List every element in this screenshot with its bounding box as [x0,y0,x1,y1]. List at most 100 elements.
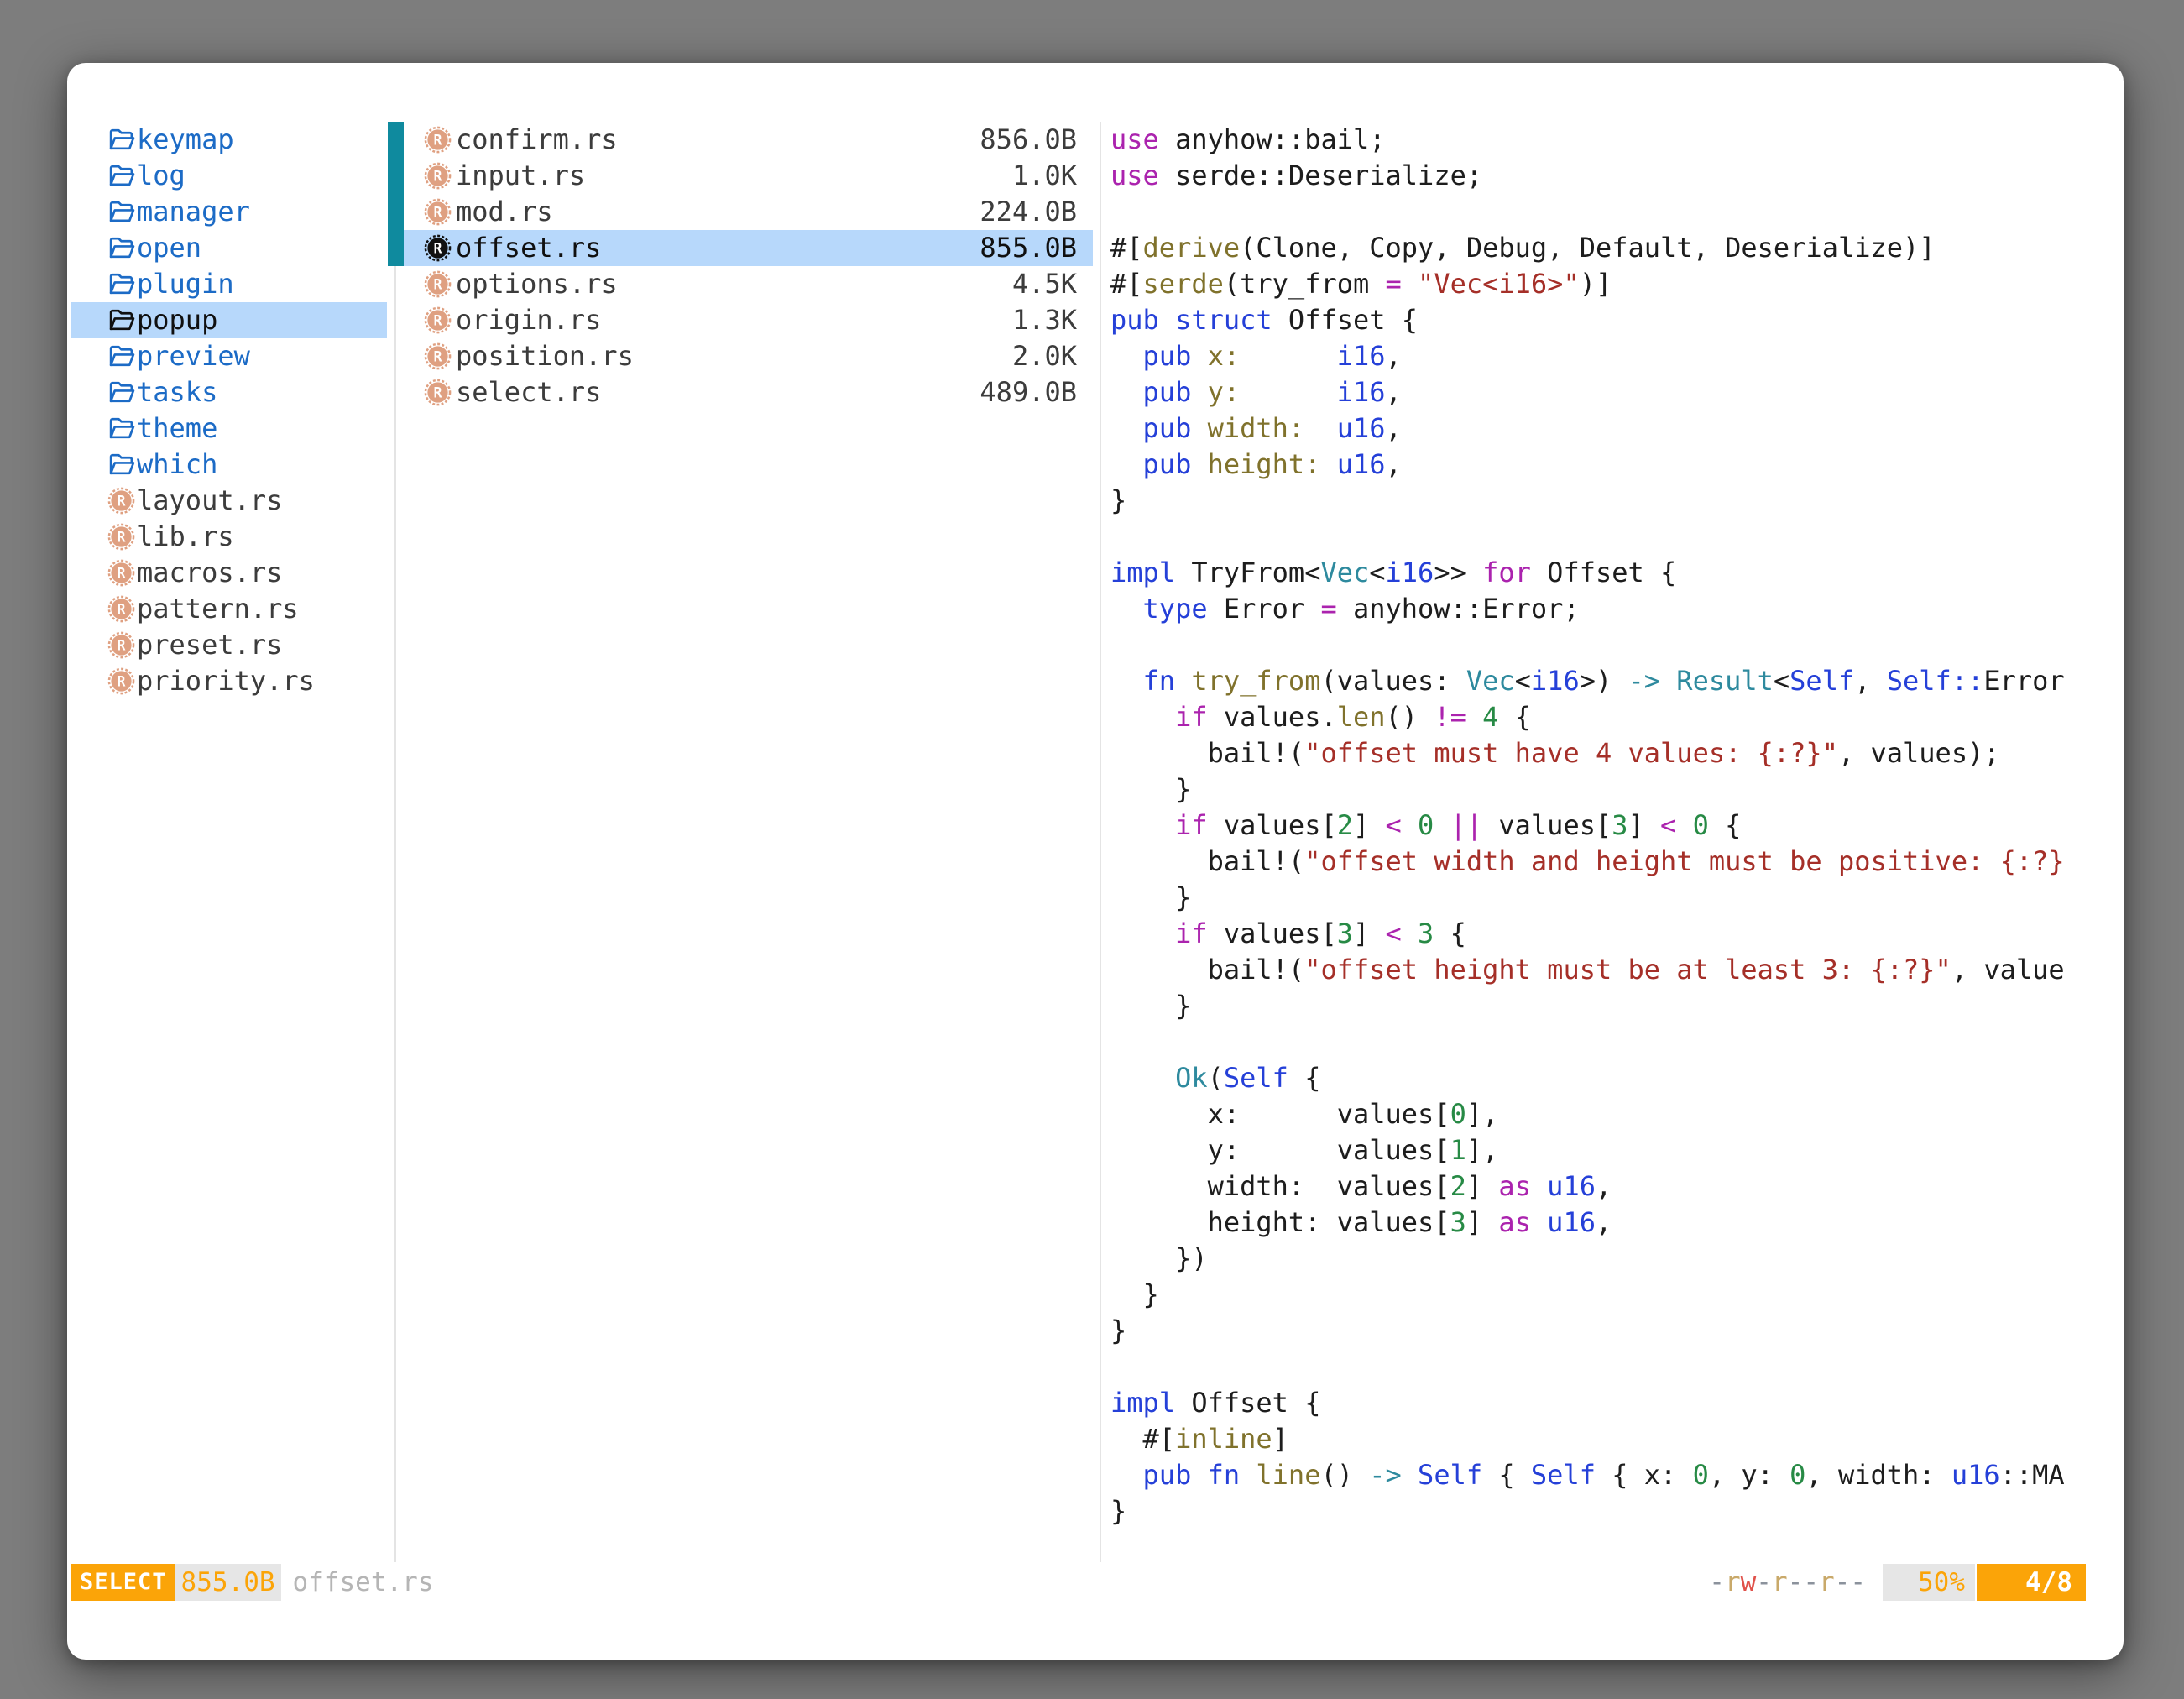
file-size: 1.3K [1012,302,1077,338]
file-size: 4.5K [1012,266,1077,302]
folder-open-icon [107,415,135,442]
file-name: select.rs [456,374,601,410]
code-line: fn try_from(values: Vec<i16>) -> Result<… [1110,663,2065,699]
code-line: bail!("offset height must be at least 3:… [1110,952,2065,988]
code-line: width: values[2] as u16, [1110,1168,1612,1205]
item-label: preset.rs [137,627,282,663]
item-label: priority.rs [137,663,315,699]
item-label: theme [137,410,217,447]
file-name: position.rs [456,338,634,374]
item-label: lib.rs [137,519,234,555]
item-label: plugin [137,266,234,302]
file-size: 856.0B [980,122,1077,158]
code-line: } [1110,771,1191,808]
svg-text:R: R [434,168,442,184]
rust-file-icon: R [424,198,452,226]
code-line: } [1110,1277,1159,1313]
file-row-input.rs[interactable]: Rinput.rs 1.0K [388,158,1093,194]
parent-pane-dir-preview[interactable]: preview [71,338,387,374]
code-line: pub fn line() -> Self { Self { x: 0, y: … [1110,1457,2065,1493]
file-name: mod.rs [456,194,553,230]
parent-pane-file-preset.rs[interactable]: Rpreset.rs [71,627,387,663]
code-line: x: values[0], [1110,1096,1498,1132]
code-line: }) [1110,1241,1208,1277]
svg-text:R: R [434,276,442,292]
item-label: log [137,158,185,194]
rust-file-icon: R [424,234,452,262]
parent-pane-dir-plugin[interactable]: plugin [71,266,387,302]
folder-open-icon [107,162,135,190]
code-line: height: values[3] as u16, [1110,1205,1612,1241]
file-row-confirm.rs[interactable]: Rconfirm.rs856.0B [388,122,1093,158]
parent-pane-dir-which[interactable]: which [71,447,387,483]
parent-pane-file-macros.rs[interactable]: Rmacros.rs [71,555,387,591]
rust-file-icon: R [107,487,135,515]
code-line: } [1110,483,1126,519]
hovered-file-name: offset.rs [293,1564,434,1601]
folder-open-icon [107,342,135,370]
code-line: #[inline] [1110,1421,1288,1457]
file-name: input.rs [456,158,585,194]
svg-text:R: R [434,204,442,220]
rust-file-icon: R [424,342,452,370]
item-label: popup [137,302,217,338]
file-row-options.rs[interactable]: Roptions.rs4.5K [388,266,1093,302]
code-line: bail!("offset width and height must be p… [1110,844,2065,880]
code-line: } [1110,880,1191,916]
visual-select-marker [388,230,404,266]
file-name: offset.rs [456,230,601,266]
item-label: tasks [137,374,217,410]
code-line: #[serde(try_from = "Vec<i16>")] [1110,266,1612,302]
parent-pane-dir-tasks[interactable]: tasks [71,374,387,410]
svg-text:R: R [434,132,442,148]
file-preview-pane[interactable]: use anyhow::bail;use serde::Deserialize;… [1110,122,2108,1562]
svg-text:R: R [434,384,442,400]
parent-pane-dir-keymap[interactable]: keymap [71,122,387,158]
item-label: manager [137,194,250,230]
code-line: impl TryFrom<Vec<i16>> for Offset { [1110,555,1676,591]
file-row-origin.rs[interactable]: Rorigin.rs 1.3K [388,302,1093,338]
rust-file-icon: R [424,306,452,334]
code-line: type Error = anyhow::Error; [1110,591,1580,627]
scroll-percent-chip: 50% [1883,1564,1975,1601]
item-label: which [137,447,217,483]
parent-pane-file-priority.rs[interactable]: Rpriority.rs [71,663,387,699]
rust-file-icon: R [424,162,452,190]
rust-file-icon: R [424,126,452,154]
file-row-offset.rs[interactable]: Roffset.rs855.0B [388,230,1093,266]
parent-pane-file-pattern.rs[interactable]: Rpattern.rs [71,591,387,627]
file-size: 1.0K [1012,158,1077,194]
file-size: 489.0B [980,374,1077,410]
item-label: pattern.rs [137,591,299,627]
parent-pane-dir-log[interactable]: log [71,158,387,194]
parent-pane-dir-popup[interactable]: popup [71,302,387,338]
code-line: if values[3] < 3 { [1110,916,1466,952]
cursor-position-chip: 4/8 [1977,1564,2086,1601]
rust-file-icon: R [107,559,135,587]
parent-pane-dir-open[interactable]: open [71,230,387,266]
visual-select-marker [388,122,404,158]
svg-text:R: R [434,240,442,256]
parent-pane-file-lib.rs[interactable]: Rlib.rs [71,519,387,555]
status-right-group: -rw-r--r-- 50% 4/8 [1709,1564,2086,1601]
pane-separator [1100,122,1101,1562]
parent-pane-dir-theme[interactable]: theme [71,410,387,447]
file-row-select.rs[interactable]: Rselect.rs 489.0B [388,374,1093,410]
rust-file-icon: R [107,523,135,551]
file-row-position.rs[interactable]: Rposition.rs2.0K [388,338,1093,374]
folder-open-icon [107,270,135,298]
rust-file-icon: R [107,631,135,659]
code-line: } [1110,1493,1126,1529]
file-row-mod.rs[interactable]: Rmod.rs224.0B [388,194,1093,230]
svg-text:R: R [118,601,126,617]
parent-pane-dir-manager[interactable]: manager [71,194,387,230]
file-permissions: -rw-r--r-- [1709,1564,1866,1601]
code-line: if values.len() != 4 { [1110,699,1531,735]
file-name: origin.rs [456,302,601,338]
parent-pane-file-layout.rs[interactable]: Rlayout.rs [71,483,387,519]
code-line: pub struct Offset { [1110,302,1418,338]
code-line: } [1110,988,1191,1024]
folder-open-icon [107,198,135,226]
code-line: pub y: i16, [1110,374,1402,410]
item-label: open [137,230,201,266]
